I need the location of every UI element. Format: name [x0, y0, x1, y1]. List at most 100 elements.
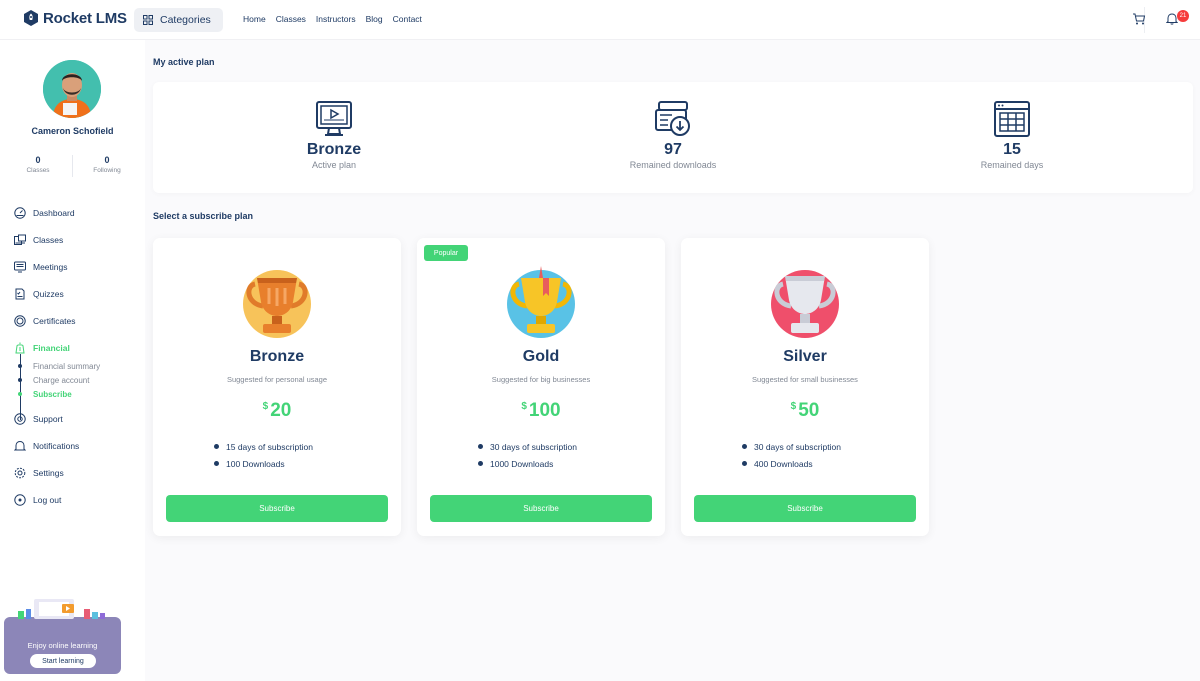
bullet-icon [214, 461, 219, 466]
sidebar-item-classes[interactable]: Classes [14, 226, 139, 253]
top-navbar: Rocket LMS Categories Home Classes Instr… [0, 0, 1200, 40]
sidebar-item-label: Support [33, 413, 63, 424]
active-plan-value: Bronze [306, 141, 362, 158]
stat-label: Classes [26, 167, 50, 174]
stat-value: 0 [104, 155, 110, 165]
submenu-subscribe[interactable]: Subscribe [18, 387, 139, 401]
active-plan-heading: My active plan [153, 57, 215, 67]
sidebar-item-label: Certificates [33, 315, 76, 326]
submenu-label: Subscribe [33, 389, 72, 399]
categories-button[interactable]: Categories [134, 8, 223, 32]
promo-banner: Enjoy online learning Start learning [4, 599, 121, 674]
feature-text: 15 days of subscription [226, 441, 313, 452]
plan-card-silver: Silver Suggested for small businesses $5… [681, 238, 929, 536]
avatar[interactable] [43, 60, 101, 118]
sidebar-item-financial[interactable]: Financial [14, 334, 139, 361]
calendar-icon [994, 101, 1030, 137]
bell-icon [14, 440, 26, 450]
sidebar-item-certificates[interactable]: Certificates [14, 307, 139, 334]
nav-blog[interactable]: Blog [366, 14, 383, 24]
cart-icon[interactable] [1132, 12, 1146, 26]
main-nav: Home Classes Instructors Blog Contact [243, 14, 422, 24]
price-amount: 100 [528, 400, 561, 421]
start-learning-button[interactable]: Start learning [30, 654, 96, 668]
nav-contact[interactable]: Contact [393, 14, 422, 24]
price-currency: $ [521, 401, 527, 412]
sidebar-item-settings[interactable]: Settings [14, 459, 139, 486]
stat-divider [72, 155, 73, 177]
plan-card-bronze: Bronze Suggested for personal usage $20 … [153, 238, 401, 536]
subscribe-button[interactable]: Subscribe [430, 495, 652, 522]
brand-name: Rocket LMS [43, 9, 127, 27]
sidebar-item-notifications[interactable]: Notifications [14, 432, 139, 459]
bullet-icon [478, 444, 483, 449]
plan-price: $100 [417, 400, 665, 422]
nav-home[interactable]: Home [243, 14, 266, 24]
plan-features: 15 days of subscription 100 Downloads [214, 438, 313, 472]
sidebar-item-logout[interactable]: Log out [14, 486, 139, 513]
quizzes-icon [15, 288, 25, 299]
silver-trophy-icon [771, 270, 839, 338]
sidebar-item-support[interactable]: Support [14, 405, 139, 432]
popular-badge: Popular [424, 245, 468, 261]
bronze-trophy-icon [243, 270, 311, 338]
financial-submenu: Financial summary Charge account Subscri… [14, 354, 139, 420]
plan-price: $20 [153, 400, 401, 422]
gear-icon [14, 467, 26, 478]
plan-description: Suggested for personal usage [226, 375, 328, 384]
submenu-dot [18, 378, 22, 382]
nav-instructors[interactable]: Instructors [316, 14, 356, 24]
sidebar: Cameron Schofield 0 Classes 0 Following … [0, 40, 145, 681]
feature-text: 30 days of subscription [754, 441, 841, 452]
rocket-logo-icon [24, 10, 38, 26]
plan-price: $50 [681, 400, 929, 422]
sidebar-item-label: Notifications [33, 440, 80, 451]
remained-days-value: 15 [1003, 141, 1021, 158]
financial-icon [15, 342, 25, 353]
stat-following: 0 Following [81, 155, 133, 177]
nav-classes[interactable]: Classes [276, 14, 306, 24]
sidebar-item-label: Meetings [33, 261, 68, 272]
user-name: Cameron Schofield [31, 126, 114, 136]
submenu-dot [18, 392, 22, 396]
submenu-label: Charge account [33, 375, 90, 385]
plan-feature: 30 days of subscription [478, 438, 577, 455]
notification-badge: 21 [1177, 10, 1189, 22]
plan-feature: 100 Downloads [214, 455, 313, 472]
price-amount: 50 [798, 400, 820, 421]
feature-text: 30 days of subscription [490, 441, 577, 452]
plan-name: Bronze [249, 348, 305, 365]
learning-illustration [18, 599, 105, 619]
plan-name: Silver [783, 348, 827, 365]
sidebar-item-quizzes[interactable]: Quizzes [14, 280, 139, 307]
remained-downloads-value: 97 [664, 141, 682, 158]
download-icon [655, 101, 690, 136]
stat-label: Following [93, 167, 121, 174]
price-currency: $ [262, 401, 269, 412]
plan-feature: 400 Downloads [742, 455, 841, 472]
submenu-charge-account[interactable]: Charge account [18, 373, 139, 387]
notifications-button[interactable]: 21 [1165, 10, 1189, 26]
submenu-financial-summary[interactable]: Financial summary [18, 359, 139, 373]
remained-days-stat: 15 Remained days [922, 100, 1102, 170]
feature-text: 400 Downloads [754, 458, 813, 469]
subscribe-plan-heading: Select a subscribe plan [153, 211, 254, 221]
price-currency: $ [790, 401, 797, 412]
subscribe-button[interactable]: Subscribe [694, 495, 916, 522]
plan-name: Gold [522, 348, 560, 365]
bullet-icon [742, 461, 747, 466]
remained-downloads-stat: 97 Remained downloads [583, 100, 763, 170]
sidebar-item-dashboard[interactable]: Dashboard [14, 199, 139, 226]
feature-text: 100 Downloads [226, 458, 285, 469]
user-avatar-image [43, 60, 101, 118]
active-plan-label: Active plan [311, 160, 357, 170]
sidebar-item-meetings[interactable]: Meetings [14, 253, 139, 280]
user-stats: 0 Classes 0 Following [0, 155, 145, 177]
brand-logo[interactable]: Rocket LMS [22, 9, 127, 27]
gold-trophy-icon [507, 266, 575, 338]
subscribe-button[interactable]: Subscribe [166, 495, 388, 522]
remained-days-label: Remained days [980, 160, 1044, 170]
plan-features: 30 days of subscription 400 Downloads [742, 438, 841, 472]
logout-icon [14, 493, 26, 506]
plan-feature: 15 days of subscription [214, 438, 313, 455]
